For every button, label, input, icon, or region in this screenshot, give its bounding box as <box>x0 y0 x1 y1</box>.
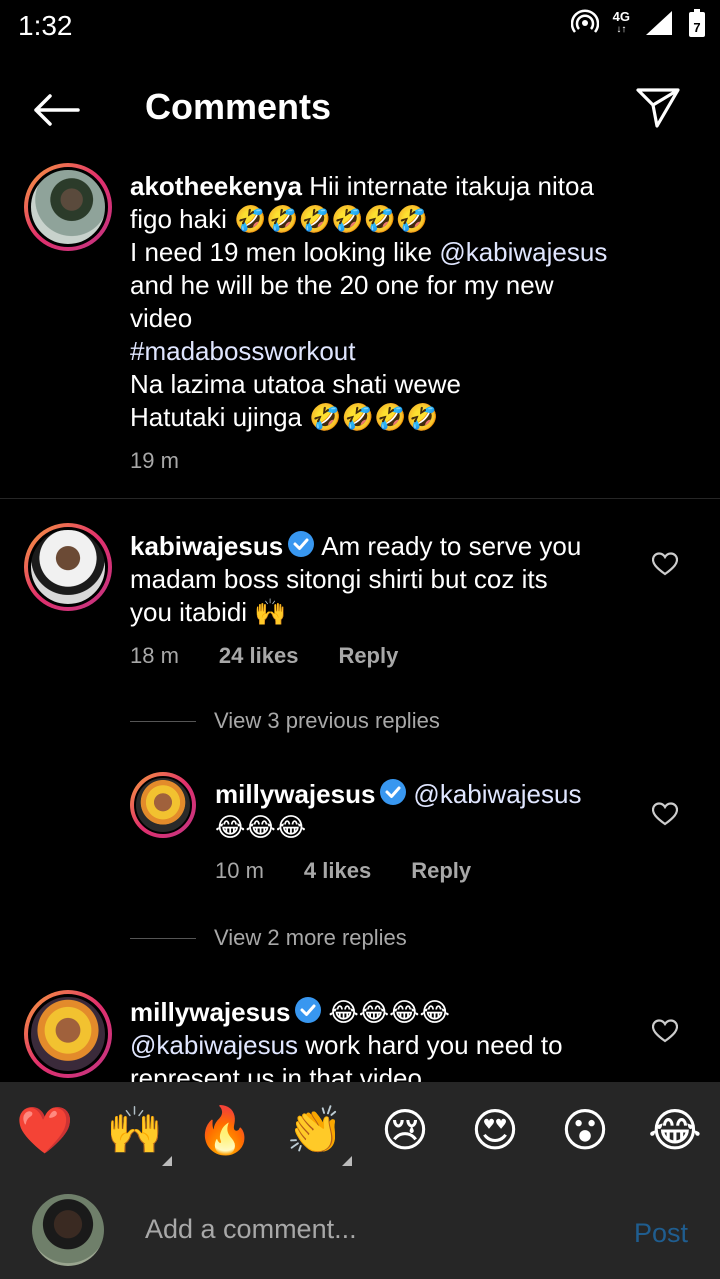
emoji-heart-eyes[interactable]: 😍 <box>465 1104 525 1156</box>
like-heart-icon[interactable] <box>652 552 678 576</box>
emoji-variants-indicator <box>342 1156 352 1166</box>
hashtag-link[interactable]: #madabossworkout <box>130 336 355 366</box>
paper-plane-icon <box>636 88 680 128</box>
emoji-clapping[interactable]: 👏 <box>285 1104 345 1156</box>
comment-body: millywajesus 😂😂😂😂 @kabiwajesus work hard … <box>130 997 563 1093</box>
emoji-fire[interactable]: 🔥 <box>195 1104 255 1156</box>
comment-body: millywajesus @kabiwajesus 😂😂😂 <box>215 779 582 842</box>
network-type: 4G ↓↑ <box>612 9 630 35</box>
comment-time: 19 m <box>130 448 179 473</box>
hotspot-icon <box>570 9 599 33</box>
svg-text:7: 7 <box>693 20 700 35</box>
verified-badge-icon <box>288 531 315 557</box>
comment-body: kabiwajesus Am ready to serve you madam b… <box>130 531 582 627</box>
comment-time: 10 m <box>215 858 264 883</box>
avatar[interactable] <box>130 772 196 838</box>
battery-icon: 7 <box>689 9 705 37</box>
page-title: Comments <box>145 86 332 127</box>
comment-composer: Post <box>0 1182 720 1279</box>
like-count[interactable]: 4 likes <box>304 858 371 884</box>
avatar[interactable] <box>24 163 112 251</box>
reply-button[interactable]: Reply <box>338 643 398 669</box>
emoji-reactions-bar: ❤️ 🙌 🔥 👏 😢 😍 😮 😂 <box>0 1082 720 1182</box>
emoji-laughing[interactable]: 😂 <box>645 1104 705 1156</box>
comment-username[interactable]: millywajesus <box>215 779 375 809</box>
comment-meta: 10 m 4 likes Reply <box>215 858 635 884</box>
view-more-replies[interactable]: View 2 more replies <box>130 925 407 951</box>
avatar[interactable] <box>24 990 112 1078</box>
back-button[interactable] <box>30 88 82 132</box>
emoji-raised-hands[interactable]: 🙌 <box>105 1104 165 1156</box>
like-heart-icon[interactable] <box>652 1019 678 1043</box>
reply-item: millywajesus @kabiwajesus 😂😂😂 10 m 4 like… <box>215 778 635 884</box>
status-icons: 4G ↓↑ 7 <box>570 8 706 38</box>
like-count[interactable]: 24 likes <box>219 643 299 669</box>
emoji-heart[interactable]: ❤️ <box>15 1104 75 1156</box>
comment-item: kabiwajesus Am ready to serve you madam b… <box>130 530 630 669</box>
signal-icon <box>646 11 672 35</box>
view-previous-replies[interactable]: View 3 previous replies <box>130 708 440 734</box>
comment-input[interactable] <box>145 1214 605 1245</box>
comment-item: millywajesus 😂😂😂😂 @kabiwajesus work hard … <box>130 996 630 1095</box>
comment-meta: 19 m <box>130 448 690 474</box>
comment-caption: akotheekenya Hii internate itakuja nitoa… <box>130 170 690 474</box>
verified-badge-icon <box>295 997 322 1023</box>
emoji-surprised[interactable]: 😮 <box>555 1104 615 1156</box>
comment-username[interactable]: millywajesus <box>130 997 290 1027</box>
reply-button[interactable]: Reply <box>411 858 471 884</box>
comment-username[interactable]: akotheekenya <box>130 171 302 201</box>
comment-body: akotheekenya Hii internate itakuja nitoa… <box>130 171 608 432</box>
status-bar: 1:32 4G ↓↑ 7 <box>0 0 720 52</box>
comment-meta: 18 m 24 likes Reply <box>130 643 630 669</box>
mention-link[interactable]: @kabiwajesus <box>413 779 581 809</box>
comment-username[interactable]: kabiwajesus <box>130 531 283 561</box>
comment-time: 18 m <box>130 643 179 668</box>
divider <box>0 498 720 499</box>
share-button[interactable] <box>634 84 682 132</box>
verified-badge-icon <box>380 779 407 805</box>
emoji-crying[interactable]: 😢 <box>375 1104 435 1156</box>
mention-link[interactable]: @kabiwajesus <box>439 237 607 267</box>
avatar[interactable] <box>24 523 112 611</box>
header: Comments <box>0 70 720 150</box>
emoji-variants-indicator <box>162 1156 172 1166</box>
post-button[interactable]: Post <box>634 1218 688 1249</box>
back-arrow-icon <box>34 94 80 126</box>
avatar <box>32 1194 104 1266</box>
mention-link[interactable]: @kabiwajesus <box>130 1030 298 1060</box>
like-heart-icon[interactable] <box>652 802 678 826</box>
status-time: 1:32 <box>18 10 73 41</box>
